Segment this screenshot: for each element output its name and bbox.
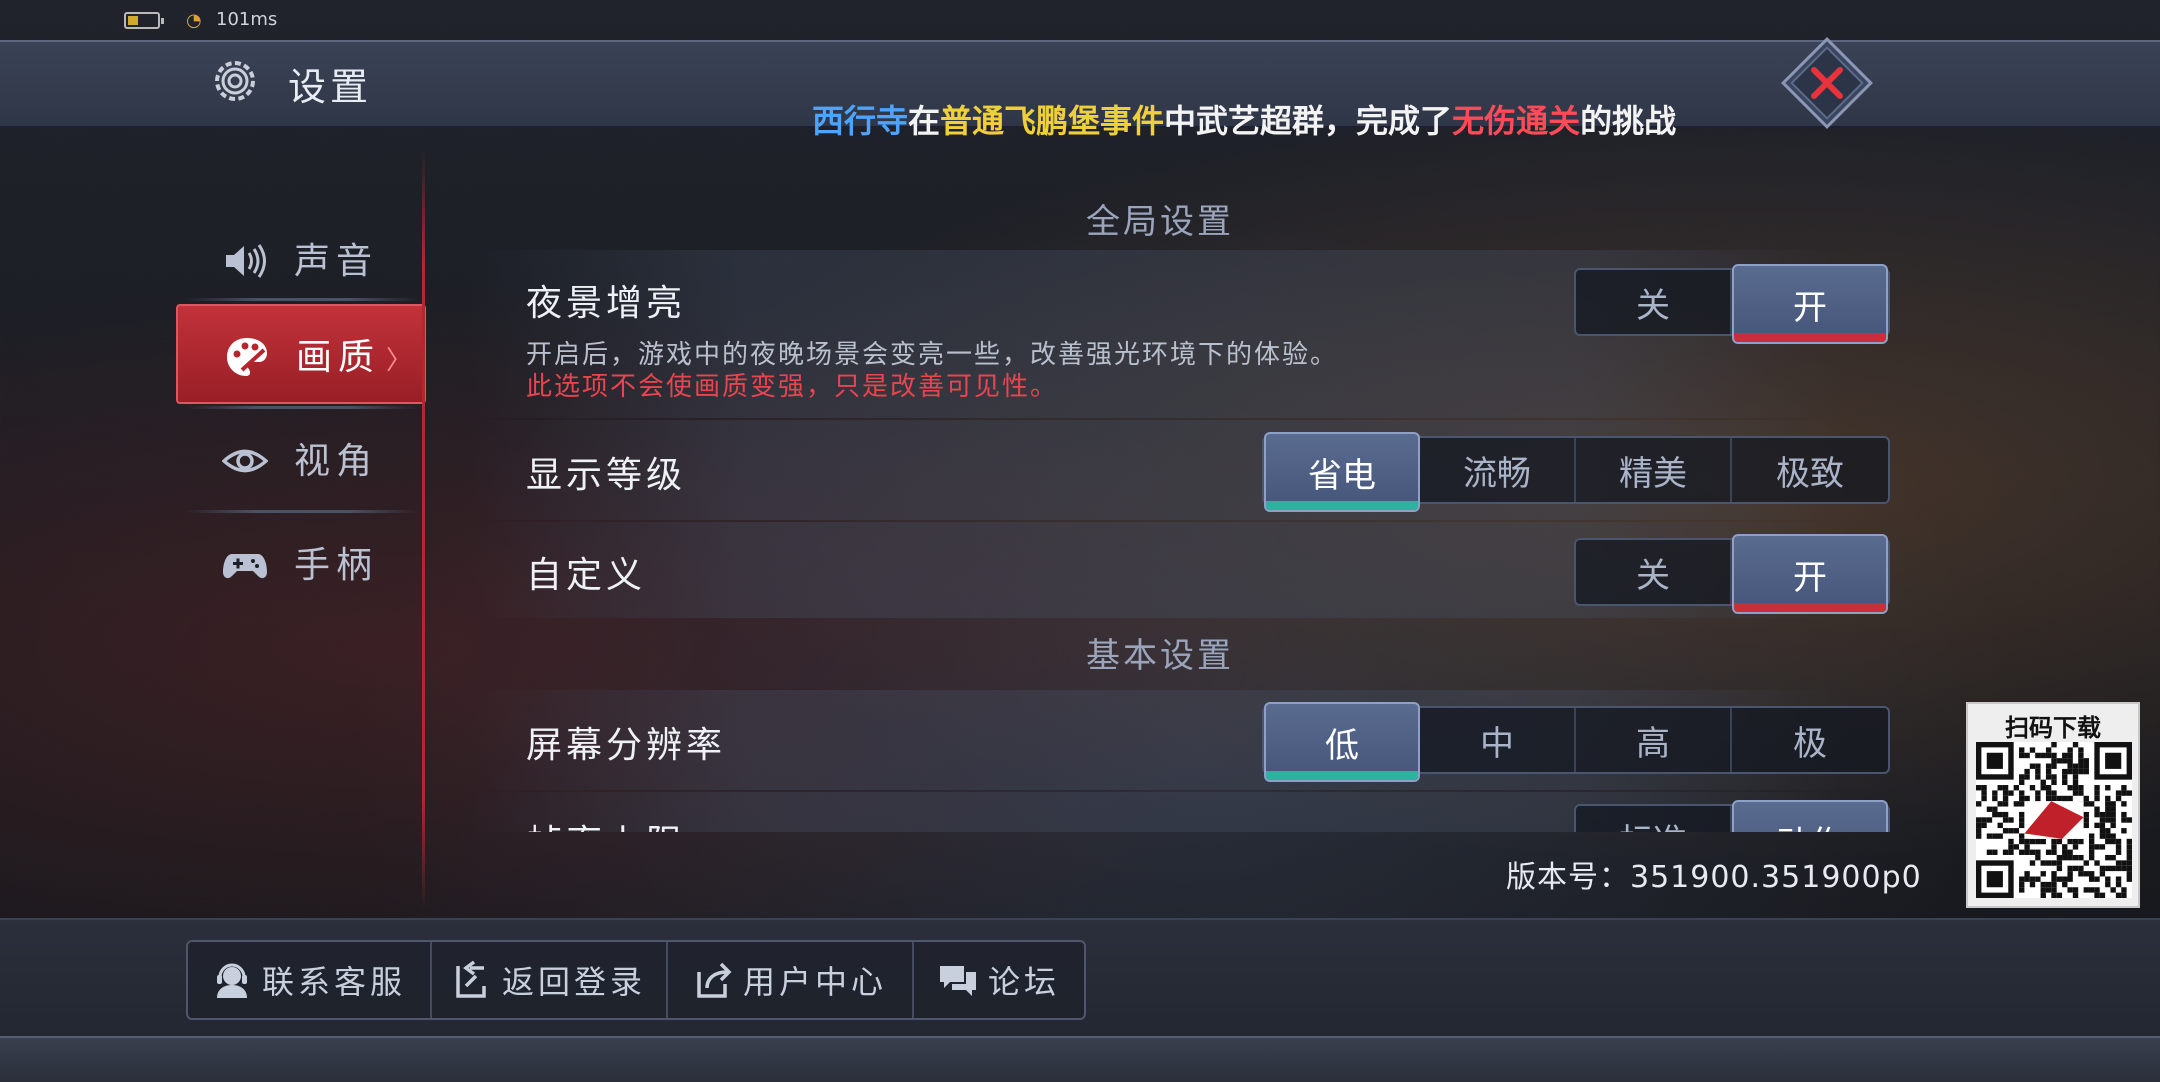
speaker-icon [226,244,266,278]
close-button[interactable] [1780,36,1874,130]
bottom-strip [0,1036,2160,1082]
ticker-text-1: 在 [908,102,941,140]
gamepad-icon [223,554,267,579]
setting-label: 夜景增亮 [526,283,687,324]
battery-fill [128,16,138,25]
chevron-right-icon: 〉 [385,346,412,376]
toggle-on-option[interactable]: 开 [1732,534,1888,614]
nav-divider [186,406,418,409]
ticker-player: 西行寺 [812,102,909,140]
settings-sidebar: 声音 画质 〉 视角 手柄 [176,210,426,890]
announcement-ticker: 西行寺在普通飞鹏堡事件中武艺超群，完成了无伤通关的挑战 [812,96,1756,142]
resolution-option-high[interactable]: 高 [1576,708,1732,772]
setting-label: 自定义 [526,555,647,596]
palette-icon [227,338,267,376]
setting-row-night-boost: 夜景增亮 开启后，游戏中的夜晚场景会变亮一些，改善强光环境下的体验。 此选项不会… [470,250,1890,418]
setting-row-resolution: 屏幕分辨率 低 中 高 极 [470,690,1890,790]
section-title-basic: 基本设置 [1086,636,1234,676]
chat-icon [939,966,976,996]
sidebar-item-graphics[interactable]: 画质 〉 [176,304,426,404]
setting-row-framerate: 帧率上限 标准 动作 [470,792,1890,832]
ticker-text-3: 的挑战 [1580,102,1677,140]
user-center-button[interactable]: 用户中心 [668,942,914,1018]
logout-icon [456,960,486,998]
display-option-smooth[interactable]: 流畅 [1420,438,1576,502]
contact-support-button[interactable]: 联系客服 [188,942,432,1018]
qr-download-panel: 扫码下载 [1966,702,2140,908]
display-option-power-save[interactable]: 省电 [1264,432,1420,512]
battery-icon [124,12,164,29]
footer-button-group: 联系客服 返回登录 用户中心 论坛 [186,940,1086,1020]
sidebar-item-label: 视角 [294,441,379,482]
wifi-icon: ◔ [186,10,202,31]
share-icon [697,962,732,998]
toggle-off-option[interactable]: 关 [1576,270,1732,334]
sidebar-item-camera[interactable]: 视角 [186,410,418,510]
framerate-option-standard[interactable]: 标准 [1576,806,1732,832]
ticker-achievement: 无伤通关 [1452,102,1581,140]
section-title-global: 全局设置 [1086,202,1234,242]
ping-text: 101ms [216,9,278,30]
footer-button-label: 联系客服 [261,963,406,1001]
nav-divider [186,298,418,301]
ticker-event: 普通飞鹏堡事件 [940,102,1165,140]
resolution-option-max[interactable]: 极 [1732,708,1888,772]
setting-warning: 此选项不会使画质变强，只是改善可见性。 [526,372,1059,402]
eye-icon [222,449,268,473]
nav-divider [186,510,418,513]
footer-button-label: 论坛 [987,963,1060,1001]
setting-row-custom: 自定义 关 开 [470,522,1890,618]
headset-icon [216,963,247,998]
framerate-option-action[interactable]: 动作 [1732,800,1888,832]
gear-icon [215,61,255,101]
setting-label: 帧率上限 [526,814,686,832]
toggle-night-boost: 关 开 [1574,264,1890,344]
display-option-fine[interactable]: 精美 [1576,438,1732,502]
forum-button[interactable]: 论坛 [914,942,1084,1018]
toggle-off-option[interactable]: 关 [1576,540,1732,604]
version-text: 版本号：351900.351900p0 [1506,860,1922,895]
status-bar: ◔ 101ms [0,0,2160,40]
resolution-option-medium[interactable]: 中 [1420,708,1576,772]
sidebar-item-label: 画质 [296,337,381,378]
segmented-framerate: 标准 动作 [1574,800,1890,832]
footer-button-label: 用户中心 [742,963,887,1001]
qr-title: 扫码下载 [2005,714,2101,742]
sidebar-item-label: 手柄 [294,545,379,586]
toggle-on-option[interactable]: 开 [1732,264,1888,344]
setting-label: 显示等级 [526,455,687,496]
settings-content: 全局设置 夜景增亮 开启后，游戏中的夜晚场景会变亮一些，改善强光环境下的体验。 … [430,150,1890,832]
sidebar-item-label: 声音 [294,241,379,282]
display-option-ultra[interactable]: 极致 [1732,438,1888,502]
qr-code-icon [1976,742,2132,898]
footer-button-label: 返回登录 [501,963,646,1001]
sidebar-item-sound[interactable]: 声音 [186,210,418,310]
segmented-resolution: 低 中 高 极 [1262,702,1890,782]
sidebar-item-controller[interactable]: 手柄 [186,514,418,614]
toggle-custom: 关 开 [1574,534,1890,614]
sidebar-divider [422,150,425,910]
segmented-display-level: 省电 流畅 精美 极致 [1262,432,1890,512]
setting-row-display-level: 显示等级 省电 流畅 精美 极致 [470,420,1890,520]
ticker-text-2: 中武艺超群，完成了 [1164,102,1453,140]
setting-label: 屏幕分辨率 [526,725,727,766]
resolution-option-low[interactable]: 低 [1264,702,1420,782]
return-login-button[interactable]: 返回登录 [432,942,668,1018]
page-title: 设置 [288,65,373,109]
